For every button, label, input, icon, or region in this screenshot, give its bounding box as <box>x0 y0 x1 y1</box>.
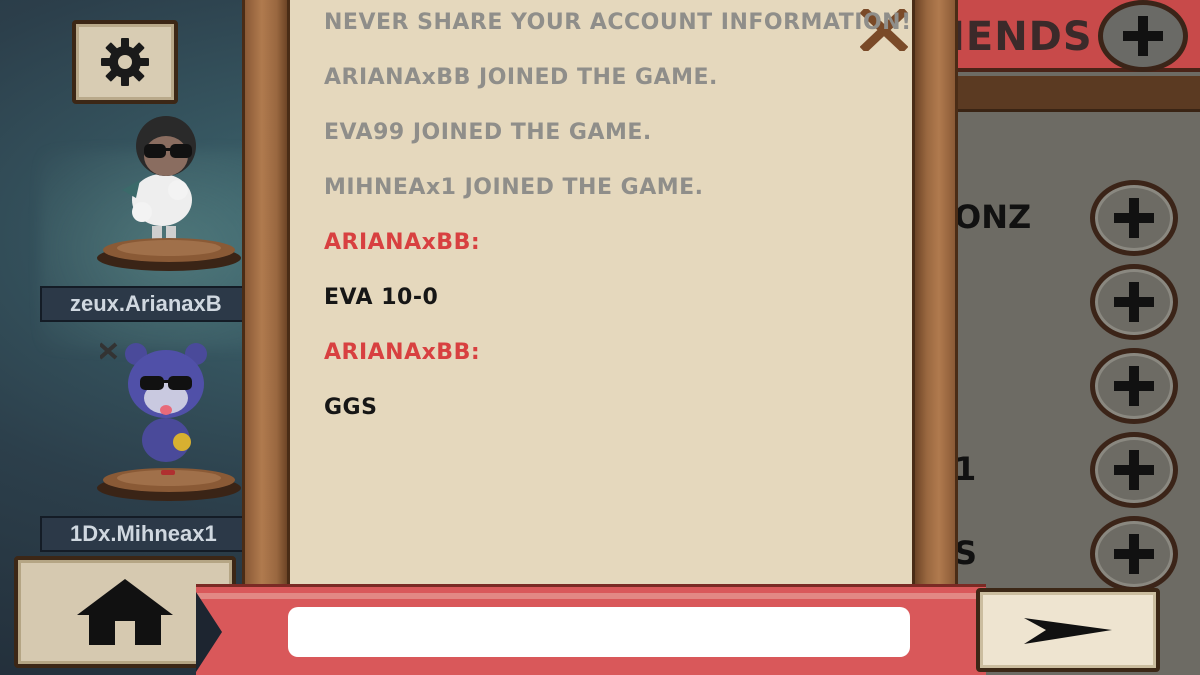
friend-add-button[interactable] <box>1090 432 1178 508</box>
chat-message: GGS <box>324 395 378 420</box>
gear-icon <box>101 38 149 86</box>
friend-add-button[interactable] <box>1090 264 1178 340</box>
ribbon-tail <box>196 592 222 672</box>
player-nameplate: zeux.ArianaxB <box>40 286 250 322</box>
friend-row <box>930 264 1200 346</box>
chat-message: EVA 10-0 <box>324 285 439 310</box>
player-pedestal <box>97 238 241 271</box>
player-pedestal <box>97 468 241 501</box>
player-avatar-sheep <box>122 116 196 242</box>
friend-row <box>930 348 1200 430</box>
chat-sender-name: ARIANAxBB: <box>324 230 481 255</box>
settings-button[interactable] <box>72 20 178 104</box>
plus-icon <box>1114 282 1154 322</box>
friend-name: ONZ <box>954 198 1032 236</box>
friend-add-button[interactable] <box>1090 516 1178 592</box>
chat-system-message: EVA99 JOINED THE GAME. <box>324 120 652 145</box>
friend-row: ONZ <box>930 180 1200 262</box>
plus-icon <box>1114 450 1154 490</box>
add-friend-button[interactable] <box>1098 0 1188 72</box>
friends-title: IENDS <box>950 14 1093 60</box>
chat-sender-name: ARIANAxBB: <box>324 340 481 365</box>
scroll-roll-left <box>242 0 290 594</box>
chat-system-message: NEVER SHARE YOUR ACCOUNT INFORMATION! <box>324 10 912 35</box>
chat-system-message: ARIANAxBB JOINED THE GAME. <box>324 65 718 90</box>
friend-add-button[interactable] <box>1090 180 1178 256</box>
send-arrow-icon <box>1024 618 1112 644</box>
scroll-roll-right <box>912 0 958 594</box>
plus-icon <box>1123 16 1163 56</box>
friends-panel: IENDS ONZ 1 S <box>930 0 1200 675</box>
friends-board <box>930 76 1200 112</box>
player-card[interactable]: zeux.ArianaxB <box>40 100 250 330</box>
plus-icon <box>1114 198 1154 238</box>
plus-icon <box>1114 534 1154 574</box>
friend-add-button[interactable] <box>1090 348 1178 424</box>
friend-row: 1 <box>930 432 1200 514</box>
player-card[interactable]: 1Dx.Mihneax1 <box>40 340 250 552</box>
chat-system-message: MIHNEAx1 JOINED THE GAME. <box>324 175 704 200</box>
send-button[interactable] <box>976 588 1160 672</box>
chat-input[interactable] <box>288 607 910 657</box>
home-icon <box>77 579 173 645</box>
player-nameplate: 1Dx.Mihneax1 <box>40 516 250 552</box>
plus-icon <box>1114 366 1154 406</box>
friends-header: IENDS <box>930 0 1200 72</box>
ribbon-stripe <box>196 593 986 599</box>
